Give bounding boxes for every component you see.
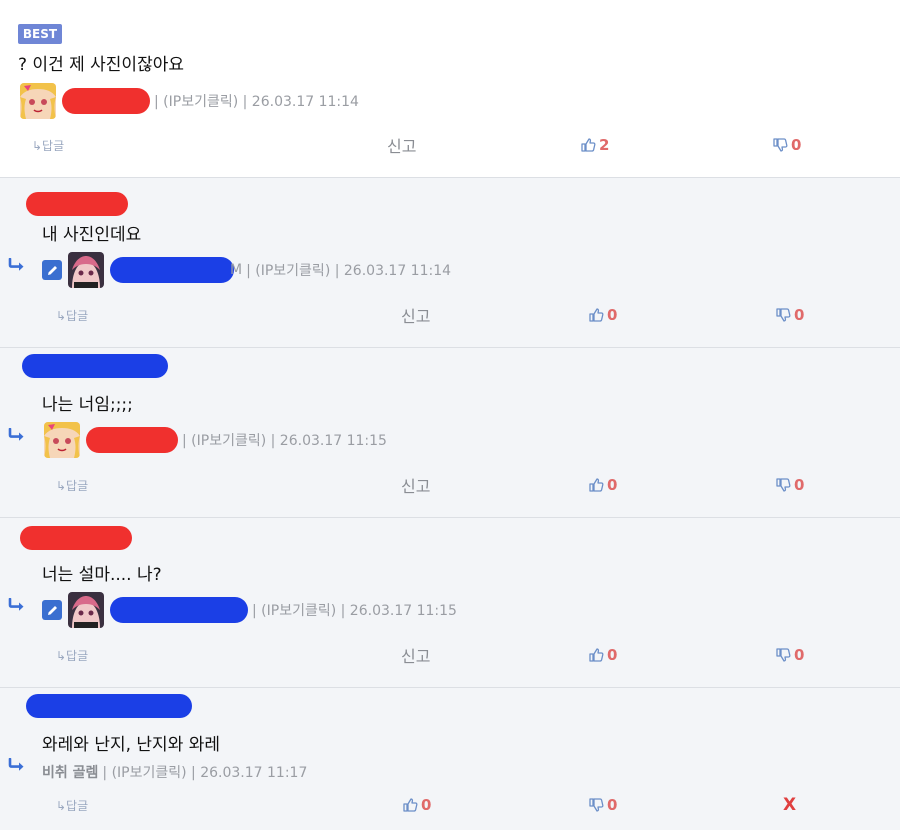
avatar[interactable] <box>20 83 56 119</box>
comment-actions: ↳답글 0 0 X <box>0 793 900 817</box>
reply-button[interactable]: ↳답글 <box>56 473 88 497</box>
comment-content: 나는 너임;;;; <box>42 395 133 415</box>
reply-target-redacted <box>26 694 192 718</box>
avatar[interactable] <box>68 592 104 628</box>
comment-actions: ↳답글 신고 0 0 <box>0 643 900 667</box>
reply-arrow-icon <box>8 598 26 612</box>
author-name-redacted[interactable] <box>86 427 178 453</box>
upvote-count: 0 <box>421 796 432 814</box>
reply-comment-3: 너는 설마.... 나? | (IP보기클릭) | 26.03.17 11:15… <box>0 518 900 688</box>
comment-meta: | (IP보기클릭) | 26.03.17 11:15 <box>44 420 387 460</box>
comment-meta-text: | (IP보기클릭) | 26.03.17 11:15 <box>182 433 387 449</box>
upvote-button[interactable]: 0 <box>588 473 617 497</box>
reply-button[interactable]: ↳답글 <box>56 643 88 667</box>
reply-button[interactable]: ↳답글 <box>56 793 88 817</box>
comment-best: BEST ? 이건 제 사진이잖아요 | (IP보기클릭) | 26.03.17… <box>0 0 900 178</box>
downvote-count: 0 <box>791 136 802 154</box>
avatar[interactable] <box>68 252 104 288</box>
upvote-button[interactable]: 0 <box>402 793 431 817</box>
author-name-redacted[interactable] <box>62 88 150 114</box>
comment-meta: | (IP보기클릭) | 26.03.17 11:15 <box>42 590 457 630</box>
upvote-button[interactable]: 0 <box>588 303 617 327</box>
downvote-button[interactable]: 0 <box>588 793 617 817</box>
reply-target-redacted <box>22 354 168 378</box>
reply-arrow-icon <box>8 258 26 272</box>
comment-content: 내 사진인데요 <box>42 225 142 245</box>
comment-meta: 비취 골렘 | (IP보기클릭) | 26.03.17 11:17 <box>42 752 307 792</box>
downvote-count: 0 <box>794 306 805 324</box>
pencil-icon[interactable] <box>42 600 62 620</box>
downvote-button[interactable]: 0 <box>775 303 804 327</box>
pencil-icon[interactable] <box>42 260 62 280</box>
upvote-count: 0 <box>607 646 618 664</box>
comment-meta-text: | (IP보기클릭) | 26.03.17 11:14 <box>154 94 359 110</box>
author-name[interactable]: 비취 골렘 <box>42 762 98 782</box>
reply-comment-1: 내 사진인데요 M | (IP보기클릭) | 26.03.17 11:14 ↳답… <box>0 178 900 348</box>
reply-comment-4: 와레와 난지, 난지와 와레 비취 골렘 | (IP보기클릭) | 26.03.… <box>0 688 900 830</box>
comment-meta: | (IP보기클릭) | 26.03.17 11:14 <box>20 81 359 121</box>
avatar[interactable] <box>44 422 80 458</box>
comment-actions: ↳답글 신고 0 0 <box>0 303 900 327</box>
best-badge: BEST <box>18 24 62 44</box>
thumbs-up-icon <box>588 307 604 323</box>
downvote-count: 0 <box>794 476 805 494</box>
comment-content: ? 이건 제 사진이잖아요 <box>18 55 184 75</box>
comment-meta: M | (IP보기클릭) | 26.03.17 11:14 <box>42 250 451 290</box>
downvote-button[interactable]: 0 <box>775 473 804 497</box>
upvote-count: 2 <box>599 136 610 154</box>
author-name-redacted[interactable] <box>110 257 234 283</box>
upvote-button[interactable]: 0 <box>588 643 617 667</box>
downvote-count: 0 <box>607 796 618 814</box>
downvote-button[interactable]: 0 <box>775 643 804 667</box>
author-name-tail: M <box>230 262 243 278</box>
report-button[interactable]: 신고 <box>401 643 430 667</box>
author-name-redacted[interactable] <box>110 597 248 623</box>
reply-arrow-icon <box>8 428 26 442</box>
report-button[interactable]: 신고 <box>401 303 430 327</box>
thumbs-down-icon <box>775 307 791 323</box>
reply-comment-2: 나는 너임;;;; | (IP보기클릭) | 26.03.17 11:15 ↳답… <box>0 348 900 518</box>
comment-actions: ↳답글 신고 2 0 <box>0 133 900 157</box>
thumbs-up-icon <box>588 477 604 493</box>
report-button[interactable]: 신고 <box>401 473 430 497</box>
reply-target-redacted <box>20 526 132 550</box>
thumbs-down-icon <box>775 647 791 663</box>
thumbs-up-icon <box>402 797 418 813</box>
thumbs-up-icon <box>580 137 596 153</box>
comment-meta-text: | (IP보기클릭) | 26.03.17 11:14 <box>246 263 452 279</box>
thumbs-down-icon <box>772 137 788 153</box>
downvote-button[interactable]: 0 <box>772 133 801 157</box>
thumbs-up-icon <box>588 647 604 663</box>
upvote-button[interactable]: 2 <box>580 133 609 157</box>
upvote-count: 0 <box>607 306 618 324</box>
thumbs-down-icon <box>588 797 604 813</box>
upvote-count: 0 <box>607 476 618 494</box>
comment-meta-text: | (IP보기클릭) | 26.03.17 11:17 <box>102 765 308 781</box>
reply-arrow-icon <box>8 758 26 772</box>
reply-target-redacted <box>26 192 128 216</box>
delete-button[interactable]: X <box>783 793 796 817</box>
report-button[interactable]: 신고 <box>387 133 416 157</box>
downvote-count: 0 <box>794 646 805 664</box>
comment-actions: ↳답글 신고 0 0 <box>0 473 900 497</box>
comment-content: 너는 설마.... 나? <box>42 565 162 585</box>
reply-button[interactable]: ↳답글 <box>32 133 64 157</box>
reply-button[interactable]: ↳답글 <box>56 303 88 327</box>
comment-meta-text: | (IP보기클릭) | 26.03.17 11:15 <box>252 603 457 619</box>
thumbs-down-icon <box>775 477 791 493</box>
